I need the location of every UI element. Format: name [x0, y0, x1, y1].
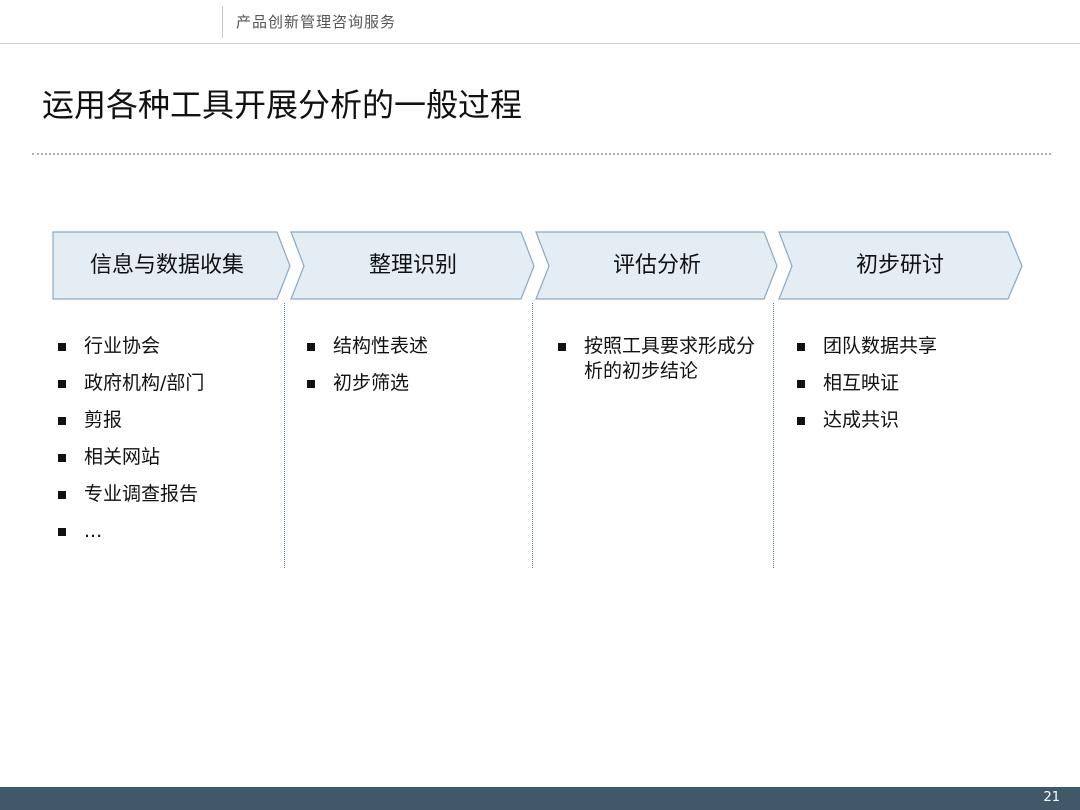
- list-item: 行业协会: [54, 334, 279, 359]
- square-bullet-icon: [58, 380, 66, 388]
- step-3-list: 按照工具要求形成分析的初步结论: [554, 334, 764, 396]
- list-item: 结构性表述: [303, 334, 528, 359]
- footer-bar: 21: [0, 787, 1080, 810]
- list-item: 相关网站: [54, 445, 279, 470]
- list-item: ...: [54, 519, 279, 544]
- column-divider-1: [284, 303, 285, 568]
- list-item: 专业调查报告: [54, 482, 279, 507]
- step-2-label: 整理识别: [368, 253, 457, 278]
- step-4-list: 团队数据共享 相互映证 达成共识: [793, 334, 1018, 445]
- step-1-list: 行业协会 政府机构/部门 剪报 相关网站 专业调查报告 ...: [54, 334, 279, 556]
- list-item: 政府机构/部门: [54, 371, 279, 396]
- square-bullet-icon: [58, 343, 66, 351]
- step-1-label: 信息与数据收集: [89, 253, 244, 278]
- square-bullet-icon: [58, 417, 66, 425]
- column-divider-2: [532, 303, 533, 568]
- step-4-label: 初步研讨: [855, 253, 944, 278]
- square-bullet-icon: [797, 343, 805, 351]
- list-item: 初步筛选: [303, 371, 528, 396]
- list-item: 达成共识: [793, 408, 1018, 433]
- list-item: 团队数据共享: [793, 334, 1018, 359]
- square-bullet-icon: [558, 343, 566, 351]
- square-bullet-icon: [797, 380, 805, 388]
- square-bullet-icon: [797, 417, 805, 425]
- step-3-label: 评估分析: [612, 253, 701, 278]
- square-bullet-icon: [307, 343, 315, 351]
- list-item: 按照工具要求形成分析的初步结论: [554, 334, 764, 384]
- square-bullet-icon: [307, 380, 315, 388]
- square-bullet-icon: [58, 528, 66, 536]
- step-2-list: 结构性表述 初步筛选: [303, 334, 528, 408]
- list-item: 剪报: [54, 408, 279, 433]
- column-divider-3: [773, 303, 774, 568]
- page-number: 21: [1043, 790, 1060, 805]
- list-item: 相互映证: [793, 371, 1018, 396]
- square-bullet-icon: [58, 491, 66, 499]
- square-bullet-icon: [58, 454, 66, 462]
